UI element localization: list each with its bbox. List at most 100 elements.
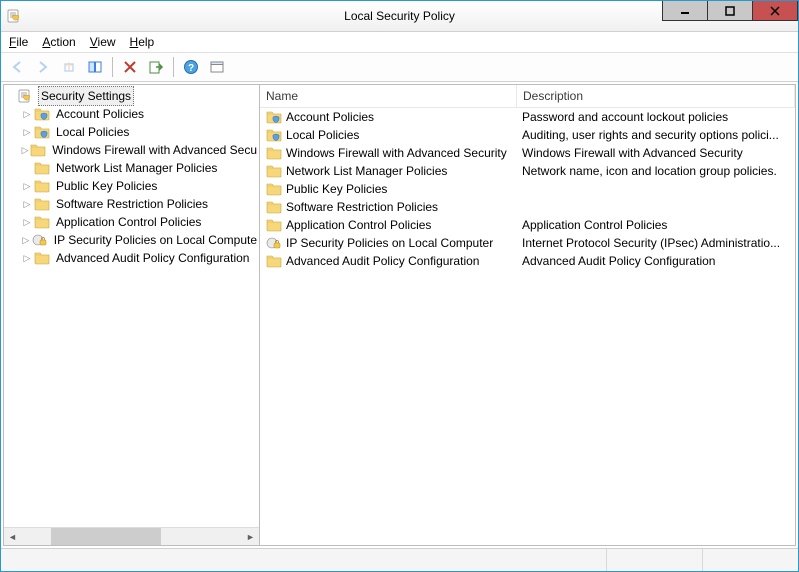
cell-description: Internet Protocol Security (IPsec) Admin… <box>516 236 795 250</box>
folder-icon <box>34 178 50 194</box>
status-bar <box>1 548 798 571</box>
cell-name: Software Restriction Policies <box>260 199 516 215</box>
row-name-text: Application Control Policies <box>286 218 431 232</box>
row-name-text: Public Key Policies <box>286 182 387 196</box>
tree-item-label: Public Key Policies <box>54 177 159 195</box>
column-header-name[interactable]: Name <box>260 85 517 107</box>
cell-description: Application Control Policies <box>516 218 795 232</box>
menu-view[interactable]: View <box>90 35 116 49</box>
navigation-tree[interactable]: Security Settings▷Account Policies▷Local… <box>4 85 259 527</box>
list-row[interactable]: Windows Firewall with Advanced SecurityW… <box>260 144 795 162</box>
expander-icon[interactable]: ▷ <box>20 249 34 267</box>
list-header: Name Description <box>260 85 795 108</box>
tree-item[interactable]: ▷Software Restriction Policies <box>4 195 259 213</box>
list-row[interactable]: Application Control Policies Application … <box>260 216 795 234</box>
window-controls <box>663 1 798 21</box>
expander-icon[interactable]: ▷ <box>20 123 34 141</box>
content-area: Security Settings▷Account Policies▷Local… <box>3 84 796 546</box>
status-segment <box>702 549 798 571</box>
cell-name: Windows Firewall with Advanced Security <box>260 145 516 161</box>
tree-item-label: Account Policies <box>54 105 146 123</box>
title-bar: Local Security Policy <box>1 1 798 32</box>
delete-button[interactable] <box>118 55 142 79</box>
tree-item-label: IP Security Policies on Local Compute <box>52 231 259 249</box>
expander-icon[interactable]: ▷ <box>20 177 34 195</box>
list-body[interactable]: Account Policies Password and account loc… <box>260 108 795 545</box>
folder-icon <box>30 142 46 158</box>
list-row[interactable]: Public Key Policies <box>260 180 795 198</box>
folder-icon <box>34 250 50 266</box>
export-list-button[interactable] <box>144 55 168 79</box>
row-name-text: Windows Firewall with Advanced Security <box>286 146 507 160</box>
tree-item[interactable]: ▷ Account Policies <box>4 105 259 123</box>
list-row[interactable]: Account Policies Password and account loc… <box>260 108 795 126</box>
list-row[interactable]: Local PoliciesAuditing, user rights and … <box>260 126 795 144</box>
menu-bar: File Action View Help <box>1 32 798 52</box>
folder-icon <box>266 217 282 233</box>
row-name-text: Software Restriction Policies <box>286 200 438 214</box>
tree-item-label: Network List Manager Policies <box>54 159 219 177</box>
expander-icon[interactable]: ▷ <box>20 231 32 249</box>
close-button[interactable] <box>752 1 798 21</box>
show-hide-tree-button[interactable] <box>83 55 107 79</box>
row-name-text: IP Security Policies on Local Computer <box>286 236 493 250</box>
tree-item[interactable]: ▷ Advanced Audit Policy Configuration <box>4 249 259 267</box>
help-button[interactable] <box>179 55 203 79</box>
ipsec-icon <box>32 232 48 248</box>
scroll-right-arrow[interactable]: ► <box>242 528 259 545</box>
toolbar <box>1 52 798 82</box>
tree-item[interactable]: ▷Local Policies <box>4 123 259 141</box>
tree-item[interactable]: ▷ Application Control Policies <box>4 213 259 231</box>
row-name-text: Network List Manager Policies <box>286 164 447 178</box>
window: Local Security Policy File Action View H… <box>0 0 799 572</box>
tree-item[interactable]: ▷ IP Security Policies on Local Compute <box>4 231 259 249</box>
folder-icon <box>266 145 282 161</box>
tree-root[interactable]: Security Settings <box>4 87 259 105</box>
cell-name: Application Control Policies <box>260 217 516 233</box>
folder-icon <box>266 199 282 215</box>
list-pane: Name Description Account Policies Passwor… <box>260 85 795 545</box>
tree-item[interactable]: ▷Windows Firewall with Advanced Secu <box>4 141 259 159</box>
toolbar-separator <box>173 57 174 77</box>
list-row[interactable]: Network List Manager PoliciesNetwork nam… <box>260 162 795 180</box>
cell-name: IP Security Policies on Local Computer <box>260 235 516 251</box>
expander-icon[interactable]: ▷ <box>20 213 34 231</box>
folder-shield-icon <box>34 106 50 122</box>
tree-item-label: Application Control Policies <box>54 213 203 231</box>
menu-help[interactable]: Help <box>130 35 155 49</box>
cell-name: Advanced Audit Policy Configuration <box>260 253 516 269</box>
security-settings-icon <box>18 88 34 104</box>
tree-item[interactable]: Network List Manager Policies <box>4 159 259 177</box>
tree-item-label: Advanced Audit Policy Configuration <box>54 249 251 267</box>
scroll-track[interactable] <box>21 528 242 545</box>
back-button[interactable] <box>5 55 29 79</box>
scroll-left-arrow[interactable]: ◄ <box>4 528 21 545</box>
expander-icon[interactable]: ▷ <box>20 195 34 213</box>
horizontal-scrollbar[interactable]: ◄ ► <box>4 527 259 545</box>
tree-item[interactable]: ▷ Public Key Policies <box>4 177 259 195</box>
list-row[interactable]: Software Restriction Policies <box>260 198 795 216</box>
folder-icon <box>34 196 50 212</box>
folder-icon <box>266 253 282 269</box>
tree-pane: Security Settings▷Account Policies▷Local… <box>4 85 260 545</box>
scroll-thumb[interactable] <box>51 528 161 545</box>
forward-button[interactable] <box>31 55 55 79</box>
menu-action[interactable]: Action <box>42 35 75 49</box>
folder-icon <box>266 163 282 179</box>
up-button[interactable] <box>57 55 81 79</box>
expander-icon[interactable]: ▷ <box>20 141 30 159</box>
folder-icon <box>34 214 50 230</box>
expander-icon[interactable]: ▷ <box>20 105 34 123</box>
list-row[interactable]: Advanced Audit Policy ConfigurationAdvan… <box>260 252 795 270</box>
menu-file[interactable]: File <box>9 35 28 49</box>
column-header-description[interactable]: Description <box>517 85 795 107</box>
maximize-button[interactable] <box>707 1 753 21</box>
folder-icon <box>266 181 282 197</box>
properties-button[interactable] <box>205 55 229 79</box>
list-row[interactable]: IP Security Policies on Local Computer In… <box>260 234 795 252</box>
status-segment <box>1 549 606 571</box>
cell-description: Password and account lockout policies <box>516 110 795 124</box>
folder-shield-icon <box>266 127 282 143</box>
row-name-text: Account Policies <box>286 110 374 124</box>
minimize-button[interactable] <box>662 1 708 21</box>
